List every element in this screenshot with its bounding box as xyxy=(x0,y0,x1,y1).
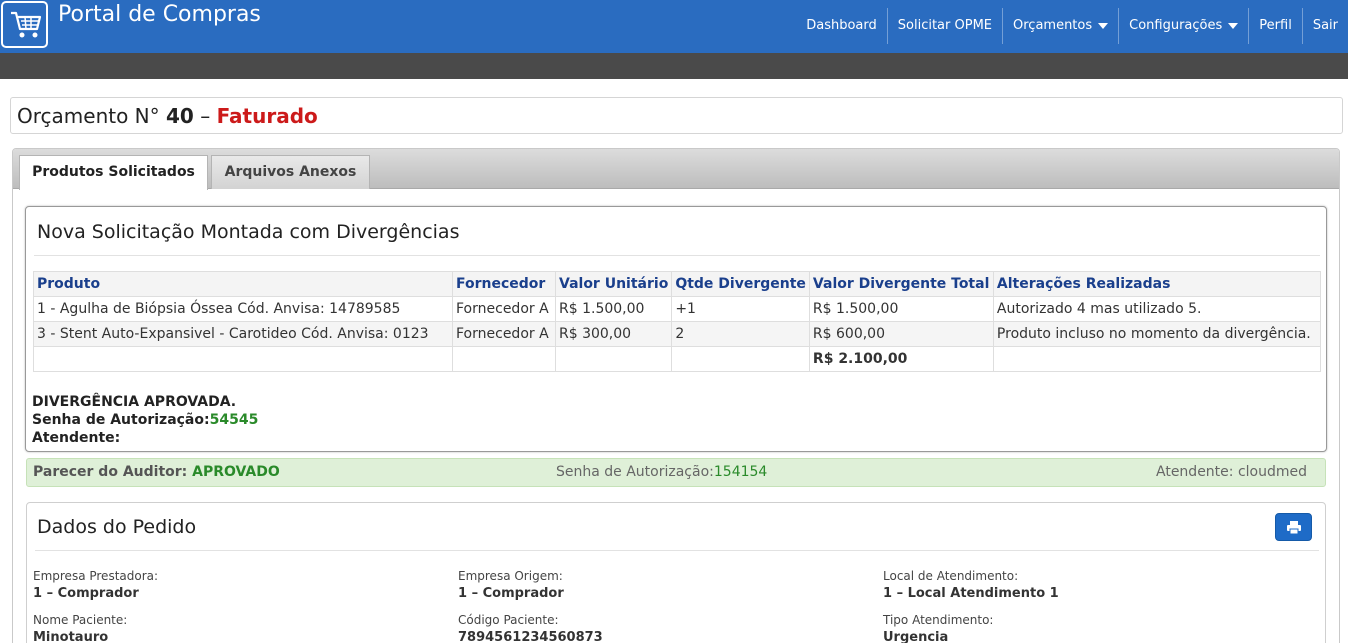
divergence-heading: Nova Solicitação Montada com Divergência… xyxy=(37,221,460,243)
column-header: Valor Divergente Total xyxy=(808,271,994,297)
senha-value: 54545 xyxy=(209,412,259,428)
table-cell xyxy=(33,346,453,372)
order-data-panel: Dados do Pedido Empresa Prestadora: 1 – … xyxy=(26,502,1326,643)
sub-toolbar xyxy=(0,53,1348,79)
approval-status: DIVERGÊNCIA APROVADA. xyxy=(32,394,237,410)
nav-sair[interactable]: Sair xyxy=(1301,8,1348,44)
auditor-opinion: Parecer do Auditor: APROVADO xyxy=(33,464,280,480)
field-label: Tipo Atendimento: xyxy=(883,613,994,627)
nav-solicitar-opme[interactable]: Solicitar OPME xyxy=(886,8,1002,44)
field-label: Empresa Origem: xyxy=(458,569,563,583)
auditor-opinion-label: Parecer do Auditor: xyxy=(33,464,188,480)
nav-orcamentos-label: Orçamentos xyxy=(1013,18,1093,33)
auditor-senha-value: 154154 xyxy=(713,464,768,480)
quote-number: 40 xyxy=(166,104,194,128)
atendente-label: Atendente: xyxy=(32,430,121,446)
main-nav: Dashboard Solicitar OPME Orçamentos Conf… xyxy=(796,8,1348,44)
title-dash: – xyxy=(200,104,211,128)
top-navbar: Portal de Compras Dashboard Solicitar OP… xyxy=(0,0,1348,53)
status-badge: Faturado xyxy=(216,104,318,128)
table-cell: R$ 600,00 xyxy=(808,321,994,347)
page-title: Orçamento N° 40 – Faturado xyxy=(17,104,318,128)
auditor-authorization: Senha de Autorização:154154 xyxy=(556,464,767,480)
column-header: Qtde Divergente xyxy=(671,271,810,297)
field-value: 1 – Comprador xyxy=(458,586,564,601)
print-button[interactable] xyxy=(1275,513,1312,541)
nav-configuracoes[interactable]: Configurações xyxy=(1118,8,1248,44)
nav-dashboard-label: Dashboard xyxy=(806,18,877,33)
auditor-senha-label: Senha de Autorização: xyxy=(556,464,714,480)
field-value: 1 – Comprador xyxy=(33,586,139,601)
divergence-panel: Nova Solicitação Montada com Divergência… xyxy=(25,206,1327,452)
authorization-line: Senha de Autorização:54545 xyxy=(32,411,258,429)
field-value: Urgencia xyxy=(883,630,949,643)
table-header-row: Produto Fornecedor Valor Unitário Qtde D… xyxy=(33,271,1322,297)
field-label: Nome Paciente: xyxy=(33,613,128,627)
app-brand: Portal de Compras xyxy=(58,2,261,27)
field-label: Local de Atendimento: xyxy=(883,569,1019,583)
divider xyxy=(34,255,1320,256)
title-prefix: Orçamento N° xyxy=(17,104,160,128)
table-cell: 2 xyxy=(671,321,810,347)
nav-sair-label: Sair xyxy=(1312,18,1338,33)
chevron-down-icon xyxy=(1228,23,1239,29)
table-cell: +1 xyxy=(671,296,810,322)
nav-orcamentos[interactable]: Orçamentos xyxy=(1002,8,1118,44)
nav-perfil-label: Perfil xyxy=(1259,18,1292,33)
auditor-opinion-value: APROVADO xyxy=(192,464,280,480)
field-value: 7894561234560873 xyxy=(458,630,603,643)
nav-perfil[interactable]: Perfil xyxy=(1248,8,1302,44)
table-cell xyxy=(992,346,1322,372)
order-data-heading: Dados do Pedido xyxy=(37,516,197,538)
table-cell xyxy=(554,346,673,372)
table-cell: Produto incluso no momento da divergênci… xyxy=(992,321,1322,347)
page-title-panel: Orçamento N° 40 – Faturado xyxy=(10,97,1343,134)
divider xyxy=(35,550,1319,551)
table-cell: 3 - Stent Auto-Expansivel - Carotideo Có… xyxy=(33,321,453,347)
auditor-atendente: Atendente: cloudmed xyxy=(1156,464,1307,480)
table-row: 3 - Stent Auto-Expansivel - Carotideo Có… xyxy=(33,321,1322,347)
shopping-cart-icon xyxy=(11,11,42,38)
chevron-down-icon xyxy=(1098,23,1109,29)
table-cell: R$ 1.500,00 xyxy=(554,296,673,322)
column-header: Produto xyxy=(33,271,453,297)
table-total-row: R$ 2.100,00 xyxy=(33,346,1322,372)
field-label: Empresa Prestadora: xyxy=(33,569,159,583)
field-value: 1 – Local Atendimento 1 xyxy=(883,586,1059,601)
tab-produtos-solicitados[interactable]: Produtos Solicitados xyxy=(19,155,208,190)
senha-label: Senha de Autorização: xyxy=(32,412,210,428)
table-cell xyxy=(671,346,810,372)
table-cell: 1 - Agulha de Biópsia Óssea Cód. Anvisa:… xyxy=(33,296,453,322)
table-cell: Autorizado 4 mas utilizado 5. xyxy=(992,296,1322,322)
print-icon xyxy=(1287,521,1301,534)
table-cell xyxy=(452,346,556,372)
nav-solicitar-opme-label: Solicitar OPME xyxy=(897,18,992,33)
nav-dashboard[interactable]: Dashboard xyxy=(796,8,887,44)
table-row: 1 - Agulha de Biópsia Óssea Cód. Anvisa:… xyxy=(33,296,1322,322)
table-cell: Fornecedor A xyxy=(452,321,556,347)
nav-configuracoes-label: Configurações xyxy=(1129,18,1223,33)
auditor-alert: Parecer do Auditor: APROVADO Senha de Au… xyxy=(26,458,1326,487)
approval-block: DIVERGÊNCIA APROVADA. Senha de Autorizaç… xyxy=(32,393,258,447)
total-value: R$ 2.100,00 xyxy=(808,346,994,372)
table-cell: R$ 300,00 xyxy=(554,321,673,347)
column-header: Fornecedor xyxy=(452,271,556,297)
tab-strip: Produtos Solicitados Arquivos Anexos xyxy=(13,149,1339,190)
column-header: Alterações Realizadas xyxy=(992,271,1322,297)
field-value: Minotauro xyxy=(33,630,109,643)
field-label: Código Paciente: xyxy=(458,613,559,627)
divergence-table: Produto Fornecedor Valor Unitário Qtde D… xyxy=(33,271,1322,372)
table-cell: R$ 1.500,00 xyxy=(808,296,994,322)
tab-arquivos-anexos[interactable]: Arquivos Anexos xyxy=(211,155,370,189)
column-header: Valor Unitário xyxy=(554,271,673,297)
table-cell: Fornecedor A xyxy=(452,296,556,322)
logo[interactable] xyxy=(1,1,48,48)
